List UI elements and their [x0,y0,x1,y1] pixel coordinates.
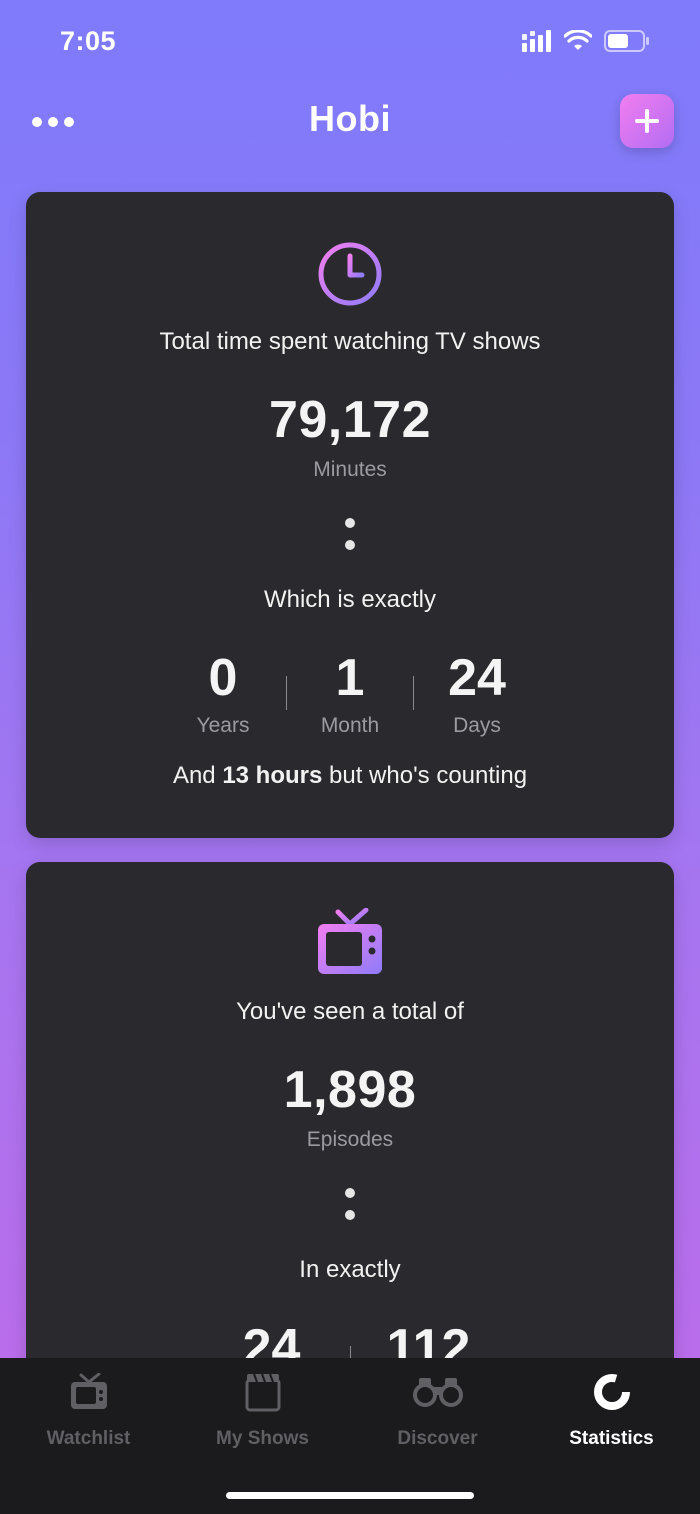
time-stats-card: Total time spent watching TV shows 79,17… [26,192,674,838]
years-unit: Years [196,714,250,737]
hours-note-suffix: but who's counting [322,762,528,789]
colon-divider [26,1188,674,1220]
donut-chart-icon [593,1374,630,1410]
divider [413,676,414,710]
tab-watchlist[interactable]: Watchlist [1,1370,176,1450]
tab-bar: Watchlist My Shows Discover Statistics [0,1358,700,1514]
days-stat: 24 Days [417,648,537,738]
cellular-signal-icon [522,30,551,52]
home-indicator[interactable] [226,1492,474,1499]
episodes-value: 1,898 [283,1061,417,1119]
hours-note-prefix: And [172,762,223,789]
minutes-value: 79,172 [268,391,432,449]
time-breakdown: 0 Years 1 Month 24 Days [26,648,674,738]
minutes-unit: Minutes [313,458,387,481]
binoculars-icon [412,1378,463,1407]
month-unit: Month [320,714,380,737]
years-value: 0 [208,649,238,707]
tab-label: Watchlist [46,1428,131,1449]
tab-my-shows[interactable]: My Shows [175,1370,350,1450]
plus-icon [635,109,659,133]
tv-icon [70,1373,107,1409]
app-title: Hobi [309,98,391,139]
clock-icon-wrap [26,240,674,308]
status-bar: 7:05 [0,0,700,90]
years-stat: 0 Years [163,648,283,738]
status-icons [522,30,650,52]
add-button[interactable] [620,94,674,148]
tv-icon-wrap [26,908,674,978]
time-heading: Total time spent watching TV shows [159,328,541,355]
nav-bar: Hobi [0,90,700,160]
tab-statistics[interactable]: Statistics [524,1370,699,1450]
episodes-subheading: In exactly [299,1256,401,1283]
tab-label: Discover [397,1428,478,1449]
episodes-stats-card: You've seen a total of 1,898 Episodes In… [26,862,674,1382]
month-value: 1 [335,649,365,707]
hours-note: And 13 hours but who's counting [26,762,674,790]
days-unit: Days [453,714,501,737]
status-time: 7:05 [60,26,117,56]
tab-discover[interactable]: Discover [350,1370,525,1450]
hours-note-hours: 13 hours [222,762,323,789]
episodes-heading: You've seen a total of [236,998,464,1025]
month-stat: 1 Month [290,648,410,738]
battery-icon [604,30,649,52]
tv-icon [318,908,382,974]
tab-label: Statistics [569,1428,654,1449]
clock-icon [318,242,382,306]
colon-divider [26,518,674,550]
divider [286,676,287,710]
time-subheading: Which is exactly [263,586,437,613]
tab-label: My Shows [216,1428,309,1449]
clapperboard-icon [245,1373,280,1412]
episodes-unit: Episodes [306,1128,394,1151]
wifi-icon [564,30,592,50]
days-value: 24 [448,649,506,707]
